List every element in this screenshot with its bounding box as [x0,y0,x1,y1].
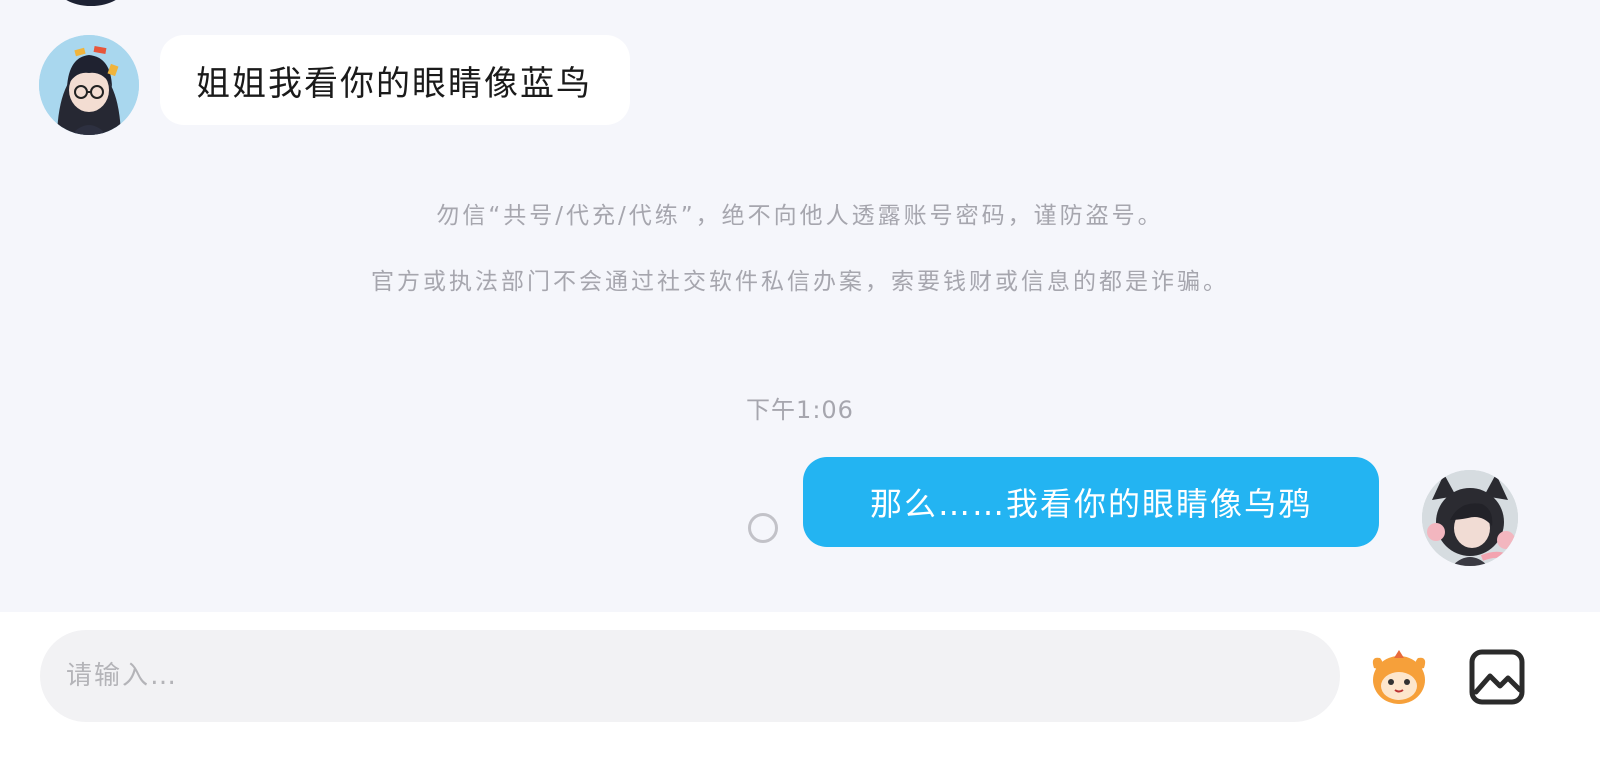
previous-avatar[interactable] [55,0,127,6]
emoji-face-icon [1372,650,1426,704]
security-notice-1: 勿信“共号/代充/代练”，绝不向他人透露账号密码，谨防盗号。 [436,203,1164,229]
message-status-icon [748,513,778,543]
outgoing-message-text: 那么……我看你的眼睛像乌鸦 [869,485,1312,523]
user-avatar-image [1422,470,1518,566]
image-button[interactable] [1462,642,1532,712]
chat-area[interactable]: 姐姐我看你的眼睛像蓝鸟 勿信“共号/代充/代练”，绝不向他人透露账号密码，谨防盗… [0,0,1600,612]
incoming-message-bubble[interactable]: 姐姐我看你的眼睛像蓝鸟 [160,35,630,125]
user-avatar[interactable] [1422,470,1518,566]
message-input[interactable] [40,630,1340,722]
composer-bar [0,612,1600,765]
security-notice-2: 官方或执法部门不会通过社交软件私信办案，索要钱财或信息的都是诈骗。 [371,269,1229,295]
outgoing-message-bubble[interactable]: 那么……我看你的眼睛像乌鸦 [803,457,1379,547]
message-timestamp: 下午1:06 [746,396,854,424]
incoming-message-text: 姐姐我看你的眼睛像蓝鸟 [196,63,592,104]
contact-avatar[interactable] [39,35,139,135]
image-icon [1469,649,1525,705]
emoji-button[interactable] [1364,642,1434,712]
contact-avatar-image [39,35,139,135]
